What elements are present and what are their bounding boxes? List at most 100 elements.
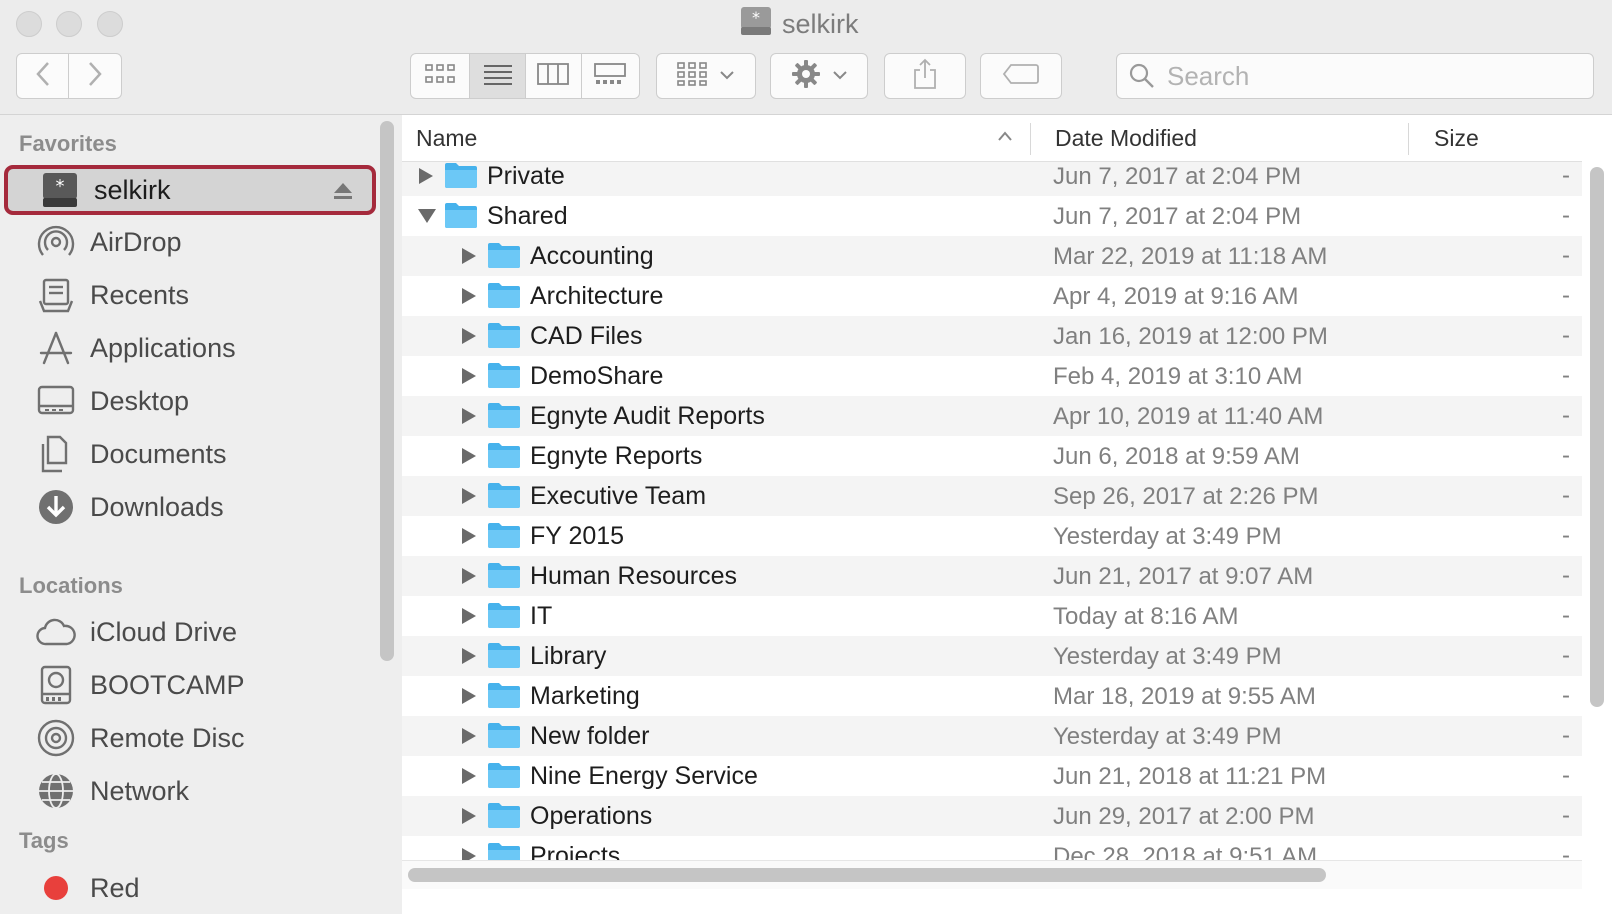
disclosure-collapsed-icon[interactable] bbox=[416, 166, 436, 191]
vertical-scrollbar[interactable] bbox=[1590, 167, 1604, 707]
cloud-icon bbox=[34, 612, 78, 652]
disclosure-collapsed-icon[interactable] bbox=[459, 766, 479, 791]
group-by-button[interactable] bbox=[656, 53, 756, 99]
disclosure-collapsed-icon[interactable] bbox=[459, 366, 479, 391]
file-date-modified: Jan 16, 2019 at 12:00 PM bbox=[1053, 323, 1328, 350]
group-by-icon bbox=[677, 61, 707, 91]
disclosure-collapsed-icon[interactable] bbox=[459, 646, 479, 671]
table-row[interactable]: FY 2015 Yesterday at 3:49 PM - bbox=[402, 516, 1582, 556]
sidebar-item-airdrop[interactable]: AirDrop bbox=[4, 217, 376, 267]
column-divider[interactable] bbox=[1030, 123, 1031, 155]
icon-view-button[interactable] bbox=[411, 54, 471, 98]
sidebar-item-desktop[interactable]: Desktop bbox=[4, 376, 376, 426]
file-size: - bbox=[1562, 442, 1570, 469]
folder-icon bbox=[487, 561, 521, 594]
sidebar-item-recents[interactable]: Recents bbox=[4, 270, 376, 320]
column-header-name[interactable]: Name bbox=[416, 115, 1016, 161]
table-row[interactable]: Accounting Mar 22, 2019 at 11:18 AM - bbox=[402, 236, 1582, 276]
zoom-button[interactable] bbox=[97, 11, 123, 37]
share-button[interactable] bbox=[884, 53, 966, 99]
file-size: - bbox=[1562, 362, 1570, 389]
folder-icon bbox=[487, 321, 521, 354]
table-row[interactable]: Private Jun 7, 2017 at 2:04 PM - bbox=[402, 162, 1582, 196]
file-name: Marketing bbox=[530, 682, 640, 710]
column-header-date-label: Date Modified bbox=[1055, 124, 1197, 151]
sidebar-item-remote-disc[interactable]: Remote Disc bbox=[4, 713, 376, 763]
disclosure-collapsed-icon[interactable] bbox=[459, 806, 479, 831]
table-row[interactable]: Nine Energy Service Jun 21, 2018 at 11:21… bbox=[402, 756, 1582, 796]
file-name: Architecture bbox=[530, 282, 664, 310]
forward-button[interactable] bbox=[69, 54, 121, 98]
table-row[interactable]: New folder Yesterday at 3:49 PM - bbox=[402, 716, 1582, 756]
sidebar: Favorites * selkirk AirDrop Recents Appl… bbox=[0, 115, 402, 914]
sidebar-item-icloud-drive[interactable]: iCloud Drive bbox=[4, 607, 376, 657]
column-header-date-modified[interactable]: Date Modified bbox=[1055, 115, 1395, 161]
airdrop-icon bbox=[34, 222, 78, 262]
close-button[interactable] bbox=[16, 11, 42, 37]
table-row[interactable]: Egnyte Reports Jun 6, 2018 at 9:59 AM - bbox=[402, 436, 1582, 476]
table-row[interactable]: Operations Jun 29, 2017 at 2:00 PM - bbox=[402, 796, 1582, 836]
table-row[interactable]: CAD Files Jan 16, 2019 at 12:00 PM - bbox=[402, 316, 1582, 356]
file-size: - bbox=[1562, 282, 1570, 309]
folder-icon bbox=[487, 601, 521, 634]
file-date-modified: Mar 18, 2019 at 9:55 AM bbox=[1053, 683, 1316, 710]
sidebar-item-label: Documents bbox=[90, 438, 227, 469]
desktop-icon bbox=[34, 381, 78, 421]
sidebar-item-downloads[interactable]: Downloads bbox=[4, 482, 376, 532]
gallery-view-button[interactable] bbox=[582, 54, 639, 98]
disclosure-collapsed-icon[interactable] bbox=[459, 686, 479, 711]
table-row[interactable]: DemoShare Feb 4, 2019 at 3:10 AM - bbox=[402, 356, 1582, 396]
file-name: IT bbox=[530, 602, 553, 630]
finder-window: * selkirk Search Favorites * selkirk Air… bbox=[0, 0, 1612, 914]
sidebar-item-network[interactable]: Network bbox=[4, 766, 376, 816]
disclosure-collapsed-icon[interactable] bbox=[459, 326, 479, 351]
table-row[interactable]: Architecture Apr 4, 2019 at 9:16 AM - bbox=[402, 276, 1582, 316]
sidebar-scrollbar[interactable] bbox=[380, 121, 394, 661]
disclosure-collapsed-icon[interactable] bbox=[459, 566, 479, 591]
disclosure-collapsed-icon[interactable] bbox=[459, 246, 479, 271]
tag-icon bbox=[1002, 63, 1040, 90]
file-size: - bbox=[1562, 322, 1570, 349]
minimize-button[interactable] bbox=[56, 11, 82, 37]
back-button[interactable] bbox=[17, 54, 70, 98]
table-row[interactable]: Egnyte Audit Reports Apr 10, 2019 at 11:4… bbox=[402, 396, 1582, 436]
folder-icon bbox=[487, 241, 521, 274]
horizontal-scrollbar-thumb[interactable] bbox=[408, 868, 1326, 882]
sidebar-item-bootcamp[interactable]: BOOTCAMP bbox=[4, 660, 376, 710]
tag-button[interactable] bbox=[980, 53, 1062, 99]
table-row[interactable]: Library Yesterday at 3:49 PM - bbox=[402, 636, 1582, 676]
disclosure-collapsed-icon[interactable] bbox=[459, 286, 479, 311]
sidebar-item-tag-red[interactable]: Red bbox=[4, 863, 376, 913]
sidebar-item-documents[interactable]: Documents bbox=[4, 429, 376, 479]
disclosure-collapsed-icon[interactable] bbox=[459, 726, 479, 751]
eject-icon[interactable] bbox=[332, 180, 354, 207]
sidebar-item-selkirk[interactable]: * selkirk bbox=[4, 165, 376, 215]
table-row[interactable]: Human Resources Jun 21, 2017 at 9:07 AM - bbox=[402, 556, 1582, 596]
action-button[interactable] bbox=[770, 53, 868, 99]
search-input[interactable] bbox=[1167, 60, 1567, 92]
svg-text:*: * bbox=[56, 176, 65, 197]
disclosure-collapsed-icon[interactable] bbox=[459, 446, 479, 471]
column-divider[interactable] bbox=[1408, 123, 1409, 155]
disclosure-collapsed-icon[interactable] bbox=[459, 486, 479, 511]
sidebar-section-tags: Tags bbox=[19, 828, 69, 853]
sidebar-item-applications[interactable]: Applications bbox=[4, 323, 376, 373]
horizontal-scrollbar[interactable] bbox=[402, 860, 1582, 889]
list-view-button[interactable] bbox=[470, 54, 526, 98]
disclosure-expanded-icon[interactable] bbox=[416, 206, 438, 231]
file-size: - bbox=[1562, 722, 1570, 749]
disclosure-collapsed-icon[interactable] bbox=[459, 406, 479, 431]
disclosure-collapsed-icon[interactable] bbox=[459, 606, 479, 631]
table-row[interactable]: Executive Team Sep 26, 2017 at 2:26 PM - bbox=[402, 476, 1582, 516]
table-row[interactable]: Marketing Mar 18, 2019 at 9:55 AM - bbox=[402, 676, 1582, 716]
column-header-size[interactable]: Size bbox=[1434, 115, 1574, 161]
sidebar-item-label: Red bbox=[90, 872, 140, 903]
column-view-button[interactable] bbox=[526, 54, 582, 98]
table-row[interactable]: Shared Jun 7, 2017 at 2:04 PM - bbox=[402, 196, 1582, 236]
sidebar-item-label: BOOTCAMP bbox=[90, 669, 245, 700]
downloads-icon bbox=[34, 487, 78, 527]
table-row[interactable]: IT Today at 8:16 AM - bbox=[402, 596, 1582, 636]
search-field[interactable] bbox=[1116, 53, 1594, 99]
sidebar-section-locations: Locations bbox=[19, 573, 123, 598]
disclosure-collapsed-icon[interactable] bbox=[459, 526, 479, 551]
